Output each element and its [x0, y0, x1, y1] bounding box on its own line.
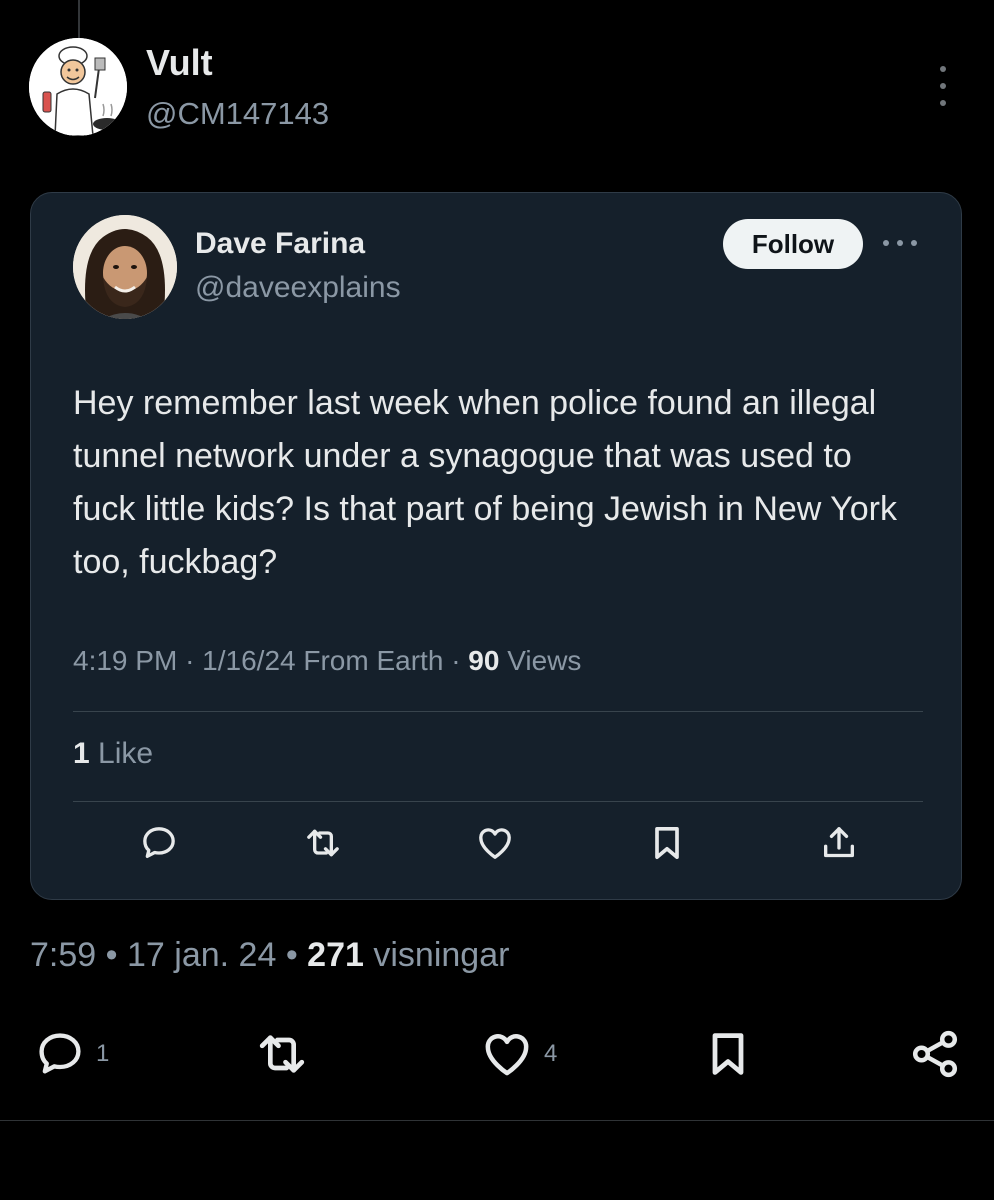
share-icon[interactable] — [817, 821, 861, 865]
tweet-meta: 7:59 • 17 jan. 24 • 271 visningar — [30, 936, 509, 975]
dot — [897, 240, 903, 246]
portrait-photo-avatar-icon — [73, 215, 177, 319]
quoted-more-options-icon[interactable] — [883, 238, 917, 248]
divider — [73, 801, 923, 802]
quoted-tweet-card[interactable]: Dave Farina @daveexplains Follow Hey rem… — [30, 192, 962, 900]
share-button[interactable] — [908, 1024, 962, 1084]
author-name[interactable]: Vult — [146, 42, 213, 84]
author-handle[interactable]: @CM147143 — [146, 96, 329, 132]
retweet-button[interactable] — [254, 1024, 310, 1084]
like-button[interactable]: 4 — [480, 1024, 557, 1084]
reply-count: 1 — [96, 1040, 110, 1067]
quoted-tweet-source: From Earth — [303, 645, 444, 676]
tweet-action-bar: 1 4 — [34, 1024, 964, 1084]
quoted-author-handle[interactable]: @daveexplains — [195, 271, 401, 305]
heart-icon — [485, 1034, 529, 1076]
share-nodes-icon — [912, 1030, 958, 1078]
quoted-tweet-text: Hey remember last week when police found… — [73, 384, 897, 581]
separator-dot: • — [105, 936, 127, 974]
divider — [73, 711, 923, 712]
quoted-likes-label: Like — [98, 737, 154, 770]
chef-cartoon-avatar-icon — [29, 38, 127, 136]
views-count: 271 — [307, 936, 364, 974]
like-icon[interactable] — [473, 821, 517, 865]
dot — [940, 100, 946, 106]
dot — [911, 240, 917, 246]
dot — [883, 240, 889, 246]
thread-connector-line — [78, 0, 80, 38]
separator-dot: • — [285, 936, 308, 974]
reply-icon[interactable] — [137, 821, 181, 865]
quoted-tweet-time[interactable]: 4:19 PM — [73, 645, 177, 676]
tweet-time[interactable]: 7:59 — [30, 936, 96, 974]
views-label: visningar — [373, 936, 510, 974]
bookmark-icon — [712, 1033, 744, 1075]
reply-icon — [39, 1033, 81, 1074]
follow-button[interactable]: Follow — [723, 219, 863, 269]
tweet-date[interactable]: 17 jan. 24 — [127, 936, 276, 974]
dot — [940, 83, 946, 89]
retweet-icon — [259, 1035, 305, 1073]
separator-dot: · — [451, 645, 469, 676]
author-avatar[interactable] — [29, 38, 127, 136]
like-count: 4 — [544, 1040, 558, 1067]
bookmark-button[interactable] — [702, 1024, 754, 1084]
quoted-tweet-date[interactable]: 1/16/24 — [202, 645, 295, 676]
quoted-views-label: Views — [507, 645, 582, 676]
quoted-tweet-meta: 4:19 PM · 1/16/24 From Earth · 90 Views — [73, 645, 581, 677]
reply-button[interactable]: 1 — [34, 1024, 109, 1084]
retweet-icon[interactable] — [301, 821, 345, 865]
quoted-likes-stat[interactable]: 1 Like — [73, 737, 153, 771]
quoted-action-bar — [103, 821, 895, 865]
quoted-views-count: 90 — [468, 645, 500, 676]
separator-dot: · — [185, 645, 203, 676]
quoted-author-name[interactable]: Dave Farina — [195, 227, 365, 261]
quoted-likes-count: 1 — [73, 737, 90, 770]
dot — [940, 66, 946, 72]
divider — [0, 1120, 994, 1121]
quoted-author-avatar[interactable] — [73, 215, 177, 319]
more-options-icon[interactable] — [926, 66, 960, 106]
bookmark-icon[interactable] — [645, 821, 689, 865]
